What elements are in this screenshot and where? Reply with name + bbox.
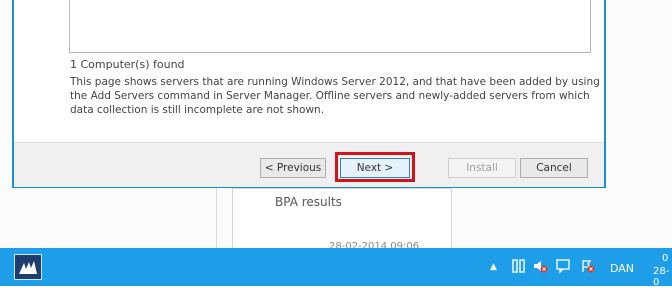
bpa-tile[interactable]: BPA results 28-02-2014 09:06 <box>232 188 452 252</box>
network-icon[interactable] <box>512 258 526 274</box>
bpa-results-label: BPA results <box>275 195 342 209</box>
previous-button[interactable]: < Previous <box>260 158 326 178</box>
server-manager-start-icon[interactable] <box>14 254 42 280</box>
server-pool-description: This page shows servers that are running… <box>70 76 600 116</box>
computers-found-count: 1 Computer(s) found <box>70 58 185 71</box>
action-center-icon[interactable] <box>580 258 595 274</box>
input-language-indicator[interactable]: DAN <box>610 262 634 275</box>
install-button: Install <box>448 158 516 178</box>
clock-date[interactable]: 28-0 <box>653 266 672 288</box>
notifications-icon[interactable] <box>556 258 570 274</box>
taskbar: ▲ DAN 0 28-0 <box>0 248 672 288</box>
cancel-button[interactable]: Cancel <box>520 158 588 178</box>
show-hidden-icons-chevron-icon[interactable]: ▲ <box>490 262 497 272</box>
clock-time[interactable]: 0 <box>662 253 668 264</box>
background-divider <box>216 188 217 248</box>
wizard-footer: < Previous Next > Install Cancel <box>14 142 604 187</box>
speaker-muted-icon[interactable] <box>532 258 548 274</box>
add-roles-wizard-dialog: 1 Computer(s) found This page shows serv… <box>12 0 606 188</box>
next-button[interactable]: Next > <box>340 158 410 178</box>
server-pool-list[interactable] <box>69 0 591 53</box>
